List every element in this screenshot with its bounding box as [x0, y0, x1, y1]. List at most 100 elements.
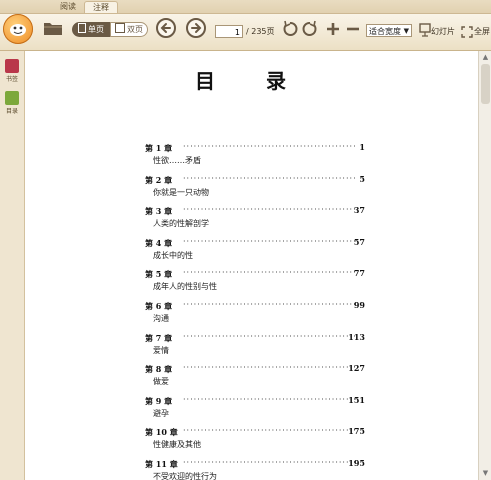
double-page-button[interactable]: 双页 — [110, 22, 148, 37]
page-number-input[interactable]: 1 — [215, 25, 243, 38]
page-title: 目 录 — [195, 69, 308, 93]
chapter-title: 爱情 — [153, 345, 169, 355]
previous-page-button[interactable] — [156, 18, 176, 38]
minus-icon — [347, 27, 359, 31]
toc-entry[interactable]: 第 6 章 ···································… — [145, 298, 365, 330]
page-number: 175 — [348, 426, 365, 437]
toc-entry[interactable]: 第 2 章 ···································… — [145, 172, 365, 204]
vertical-scrollbar[interactable]: ▲ ▼ — [478, 51, 491, 480]
leader-dots: ········································… — [183, 142, 357, 151]
page-number: 5 — [359, 173, 365, 184]
rotate-left-icon — [283, 20, 298, 36]
scroll-up-icon[interactable]: ▲ — [481, 53, 490, 62]
slideshow-button[interactable]: 幻灯片 — [431, 25, 455, 38]
toc-entry[interactable]: 第 9 章 ···································… — [145, 393, 365, 425]
page-number: 99 — [353, 299, 365, 310]
toc-entry[interactable]: 第 7 章 ···································… — [145, 330, 365, 362]
toc-entry[interactable]: 第 10 章 ··································… — [145, 424, 365, 456]
toc-icon — [5, 91, 19, 105]
fullscreen-button[interactable]: 全屏 — [474, 25, 490, 38]
chapter-number: 第 4 章 — [145, 237, 173, 248]
leader-dots: ········································… — [183, 299, 357, 309]
toc-entry[interactable]: 第 11 章 ··································… — [145, 456, 365, 480]
chapter-title: 做爱 — [153, 377, 169, 387]
table-of-contents: 第 1 章 ···································… — [145, 140, 365, 480]
arrow-left-icon — [160, 23, 171, 33]
double-page-label: 双页 — [127, 25, 143, 34]
chapter-number: 第 5 章 — [145, 269, 173, 280]
leader-dots: ········································… — [183, 331, 357, 341]
chapter-title: 沟通 — [153, 313, 169, 323]
chapter-number: 第 11 章 — [145, 458, 178, 469]
rotate-right-icon — [302, 20, 317, 36]
sidebar-item-toc[interactable]: 目录 — [3, 91, 21, 115]
zoom-select[interactable]: 适合宽度 ▼ — [366, 24, 412, 37]
chapter-number: 第 1 章 — [145, 143, 173, 153]
bookmark-icon — [5, 59, 19, 73]
open-file-button[interactable] — [43, 20, 63, 36]
toc-entry[interactable]: 第 4 章 ···································… — [145, 235, 365, 267]
toc-entry[interactable]: 第 8 章 ···································… — [145, 361, 365, 393]
leader-dots: ········································… — [183, 394, 357, 404]
toc-entry[interactable]: 第 3 章 ···································… — [145, 203, 365, 235]
tab-read[interactable]: 阅读 — [52, 1, 84, 12]
chapter-title: 避孕 — [153, 408, 169, 418]
chapter-number: 第 6 章 — [145, 300, 173, 311]
chapter-title: 人类的性解剖学 — [153, 219, 209, 229]
chapter-number: 第 2 章 — [145, 174, 173, 185]
sidebar-item-bookmarks[interactable]: 书签 — [3, 59, 21, 83]
tab-strip: 阅读 注释 — [0, 0, 491, 14]
sidebar-item-label: 目录 — [5, 108, 18, 115]
leader-dots: ········································… — [183, 268, 357, 278]
plus-icon — [327, 23, 339, 35]
folder-icon — [44, 23, 62, 35]
sidebar-item-label: 书签 — [5, 76, 18, 83]
reader-logo-icon — [10, 24, 26, 36]
leader-dots: ········································… — [183, 363, 357, 373]
leader-dots: ········································… — [183, 426, 357, 436]
leader-dots: ········································… — [183, 173, 357, 183]
side-panel: 书签 目录 — [0, 51, 25, 480]
chapter-number: 第 3 章 — [145, 206, 173, 217]
app-logo[interactable] — [3, 14, 33, 44]
single-page-label: 单页 — [88, 25, 104, 34]
toc-entry[interactable]: 第 5 章 ···································… — [145, 266, 365, 298]
zoom-in-button[interactable] — [324, 20, 342, 38]
zoom-out-button[interactable] — [344, 20, 362, 38]
chapter-title: 你就是一只动物 — [153, 187, 209, 197]
page-number: 57 — [353, 236, 365, 247]
chapter-number: 第 10 章 — [145, 427, 178, 438]
page-number: 195 — [348, 457, 365, 468]
page-number: 151 — [348, 394, 365, 405]
total-pages: / 235页 — [246, 27, 275, 36]
page-number: 77 — [353, 268, 365, 279]
page-number: 37 — [353, 205, 365, 216]
rotate-right-button[interactable] — [301, 20, 319, 38]
slideshow-icon — [419, 22, 431, 37]
rotate-left-button[interactable] — [281, 20, 299, 38]
scrollbar-thumb[interactable] — [481, 64, 490, 104]
page-number: 1 — [359, 142, 365, 152]
arrow-right-icon — [191, 23, 202, 33]
page-number: 113 — [348, 331, 365, 342]
chapter-title: 成年人的性别与性 — [153, 282, 217, 292]
chapter-number: 第 7 章 — [145, 332, 173, 343]
double-page-icon — [115, 23, 125, 33]
leader-dots: ········································… — [183, 457, 357, 467]
chapter-title: 不受欢迎的性行为 — [153, 471, 217, 480]
chapter-title: 性欲……矛盾 — [153, 156, 201, 165]
fullscreen-icon — [461, 23, 473, 38]
toc-entry[interactable]: 第 1 章 ···································… — [145, 140, 365, 172]
chapter-number: 第 8 章 — [145, 364, 173, 375]
document-page[interactable]: 目 录 第 1 章 ·······························… — [25, 51, 478, 480]
chapter-title: 成长中的性 — [153, 250, 193, 260]
scroll-down-icon[interactable]: ▼ — [481, 469, 490, 478]
zoom-select-value: 适合宽度 — [369, 27, 401, 36]
leader-dots: ········································… — [183, 236, 357, 246]
single-page-button[interactable]: 单页 — [72, 22, 110, 37]
chevron-down-icon: ▼ — [403, 27, 409, 35]
tab-annotations[interactable]: 注释 — [84, 1, 118, 13]
next-page-button[interactable] — [186, 18, 206, 38]
single-page-icon — [78, 23, 86, 33]
leader-dots: ········································… — [183, 205, 357, 215]
